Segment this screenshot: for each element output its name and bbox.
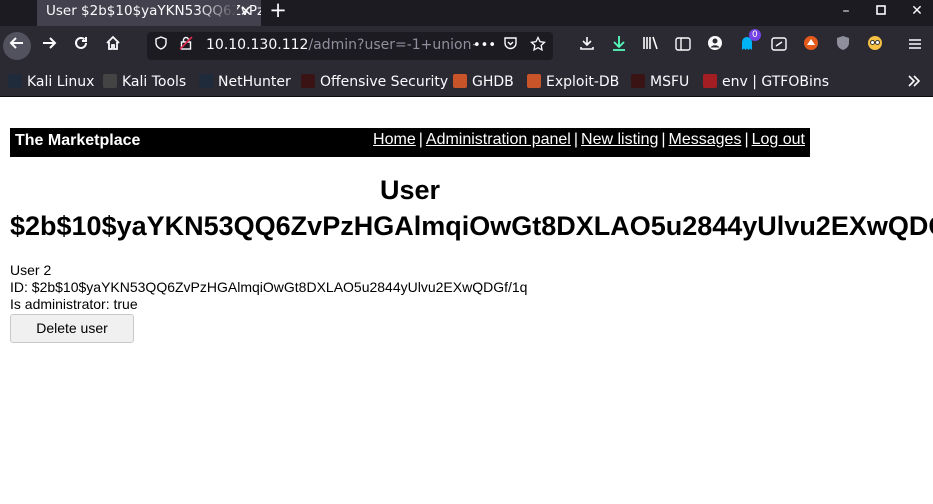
- privacy-shield-icon[interactable]: [831, 34, 855, 58]
- maximize-icon[interactable]: [866, 0, 896, 22]
- forward-arrow-icon[interactable]: [37, 34, 61, 58]
- tab-bar: User $2b$10$yaYKN53QQ6ZvPzHGAlmqiOwGt8DX…: [0, 0, 933, 26]
- back-arrow-icon[interactable]: [3, 32, 31, 60]
- account-icon[interactable]: [703, 34, 727, 58]
- save-to-library-icon[interactable]: [575, 34, 599, 58]
- nav-link-messages[interactable]: Messages: [669, 131, 742, 148]
- insecure-lock-icon[interactable]: [176, 36, 196, 56]
- close-window-icon[interactable]: ✕: [902, 0, 932, 22]
- site-header: The Marketplace Home | Administration pane…: [10, 128, 810, 157]
- nav-link-new-listing[interactable]: New listing: [581, 131, 658, 148]
- page-title-hash: $2b$10$yaYKN53QQ6ZvPzHGAlmqiOwGt8DXLAO5u…: [10, 211, 933, 241]
- site-title: The Marketplace: [15, 132, 141, 149]
- page-actions-icon[interactable]: •••: [473, 36, 496, 56]
- reload-icon[interactable]: [69, 34, 93, 58]
- url-path: /admin?user=-1+union+select+1,2,3,4: [308, 37, 476, 53]
- bookmark-offensive-security[interactable]: Offensive Security: [301, 72, 448, 92]
- page-title: User $2b$10$yaYKN53QQ6ZvPzHGAlmqiOwGt8DX…: [10, 172, 933, 244]
- bookmark-kali-linux[interactable]: Kali Linux: [8, 72, 94, 92]
- user-id: ID: $2b$10$yaYKN53QQ6ZvPzHGAlmqiOwGt8DXL…: [10, 279, 528, 295]
- home-icon[interactable]: [101, 34, 125, 58]
- msfu-icon: [631, 74, 645, 88]
- bookmarks-toolbar: Kali Linux Kali Tools NetHunter Offensiv…: [0, 66, 933, 97]
- bookmark-ghdb[interactable]: GHDB: [453, 72, 514, 92]
- bookmark-msfu[interactable]: MSFU: [631, 72, 689, 92]
- pocket-icon[interactable]: [500, 36, 520, 56]
- library-icon[interactable]: [639, 34, 663, 58]
- bookmark-exploit-db[interactable]: Exploit-DB: [527, 72, 619, 92]
- kali-dragon-icon: [8, 74, 22, 88]
- exploit-db-icon: [527, 74, 541, 88]
- notification-badge: 0: [749, 29, 761, 41]
- bookmark-star-icon[interactable]: [528, 35, 548, 56]
- url-bar[interactable]: 10.10.130.112/admin?user=-1+union+select…: [147, 32, 553, 60]
- url-host: 10.10.130.112: [206, 37, 309, 53]
- wappalyzer-icon[interactable]: [863, 34, 887, 58]
- downloads-icon[interactable]: [607, 34, 631, 58]
- web-page: The Marketplace Home | Administration pane…: [0, 98, 933, 504]
- kali-tools-icon: [103, 74, 117, 88]
- navigation-toolbar: 10.10.130.112/admin?user=-1+union+select…: [0, 26, 933, 66]
- close-tab-icon[interactable]: ✕: [237, 2, 255, 20]
- bookmark-gtfobins[interactable]: env | GTFOBins: [703, 72, 829, 92]
- screenshot-icon[interactable]: [767, 34, 791, 58]
- new-tab-icon[interactable]: +: [268, 0, 288, 22]
- nav-link-log-out[interactable]: Log out: [752, 131, 805, 148]
- user-name: User 2: [10, 262, 52, 278]
- foxyproxy-icon[interactable]: [799, 34, 823, 58]
- nav-link-home[interactable]: Home: [373, 131, 416, 148]
- site-nav: Home | Administration panel | New listing | Me…: [373, 131, 805, 148]
- nav-link-administration-panel[interactable]: Administration panel: [426, 131, 571, 148]
- sidebar-icon[interactable]: [671, 34, 695, 58]
- nethunter-icon: [199, 74, 213, 88]
- bookmarks-overflow-icon[interactable]: [906, 72, 922, 92]
- minimize-icon[interactable]: –: [831, 0, 861, 22]
- active-tab[interactable]: User $2b$10$yaYKN53QQ6ZvPzHGAlmqiOwGt8DX…: [37, 0, 261, 26]
- ghdb-icon: [453, 74, 467, 88]
- url-text[interactable]: 10.10.130.112/admin?user=-1+union+select…: [206, 37, 476, 53]
- user-admin-status: Is administrator: true: [10, 296, 138, 312]
- offsec-icon: [301, 74, 315, 88]
- gtfobins-icon: [703, 74, 717, 88]
- extension-ghost-icon[interactable]: 0: [735, 29, 761, 58]
- menu-icon[interactable]: [903, 34, 927, 58]
- tracking-protection-shield-icon[interactable]: [151, 36, 171, 56]
- page-title-prefix: User: [379, 175, 441, 205]
- bookmark-nethunter[interactable]: NetHunter: [199, 72, 291, 92]
- bookmark-kali-tools[interactable]: Kali Tools: [103, 72, 186, 92]
- delete-user-button[interactable]: Delete user: [10, 314, 134, 343]
